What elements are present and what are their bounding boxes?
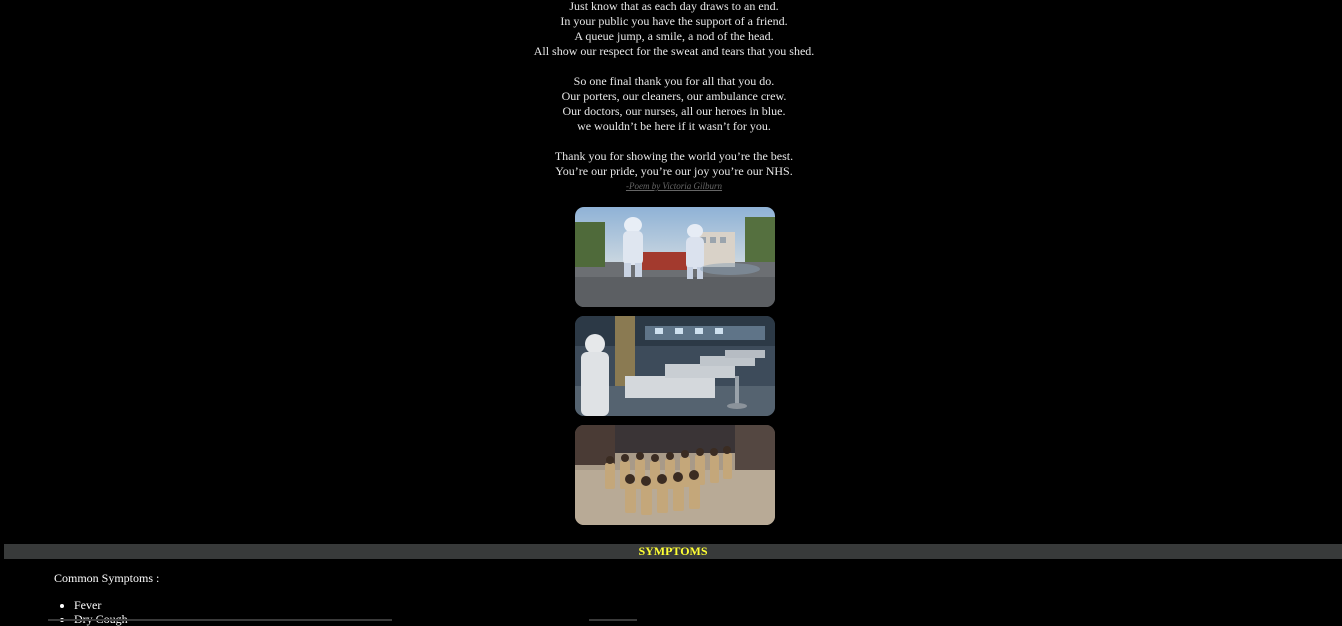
poem-line: Our doctors, our nurses, all our heroes … <box>562 104 786 118</box>
poem-line: In your public you have the support of a… <box>560 14 788 28</box>
poem-stanza-2: So one final thank you for all that you … <box>0 74 1342 134</box>
poem-credit-link[interactable]: -Poem by Victoria Gilburn <box>0 180 1342 192</box>
poem-line: Our porters, our cleaners, our ambulance… <box>561 89 787 103</box>
common-symptoms-heading: Common Symptoms : <box>54 571 160 585</box>
poem-stanza-3: Thank you for showing the world you’re t… <box>0 149 1342 179</box>
poem-line: A queue jump, a smile, a nod of the head… <box>574 29 774 43</box>
symptoms-list: Fever Dry Cough <box>54 598 128 626</box>
photo-disinfection-workers <box>575 207 775 307</box>
photo-hospital-ward <box>575 316 775 416</box>
poem-line: Thank you for showing the world you’re t… <box>554 149 794 163</box>
poem-line: we wouldn’t be here if it wasn’t for you… <box>577 119 771 133</box>
poem-stanza-1: Just know that as each day draws to an e… <box>0 0 1342 59</box>
symptoms-section-header: SYMPTOMS <box>4 544 1342 559</box>
poem-line: You’re our pride, you’re our joy you’re … <box>555 164 793 178</box>
poem-line: So one final thank you for all that you … <box>573 74 775 88</box>
poem: Just know that as each day draws to an e… <box>0 0 1342 192</box>
photo-police-march <box>575 425 775 525</box>
list-item: Fever <box>74 598 128 612</box>
poem-line: All show our respect for the sweat and t… <box>533 44 815 58</box>
section-title: SYMPTOMS <box>638 544 708 558</box>
poem-line: Just know that as each day draws to an e… <box>569 0 779 13</box>
